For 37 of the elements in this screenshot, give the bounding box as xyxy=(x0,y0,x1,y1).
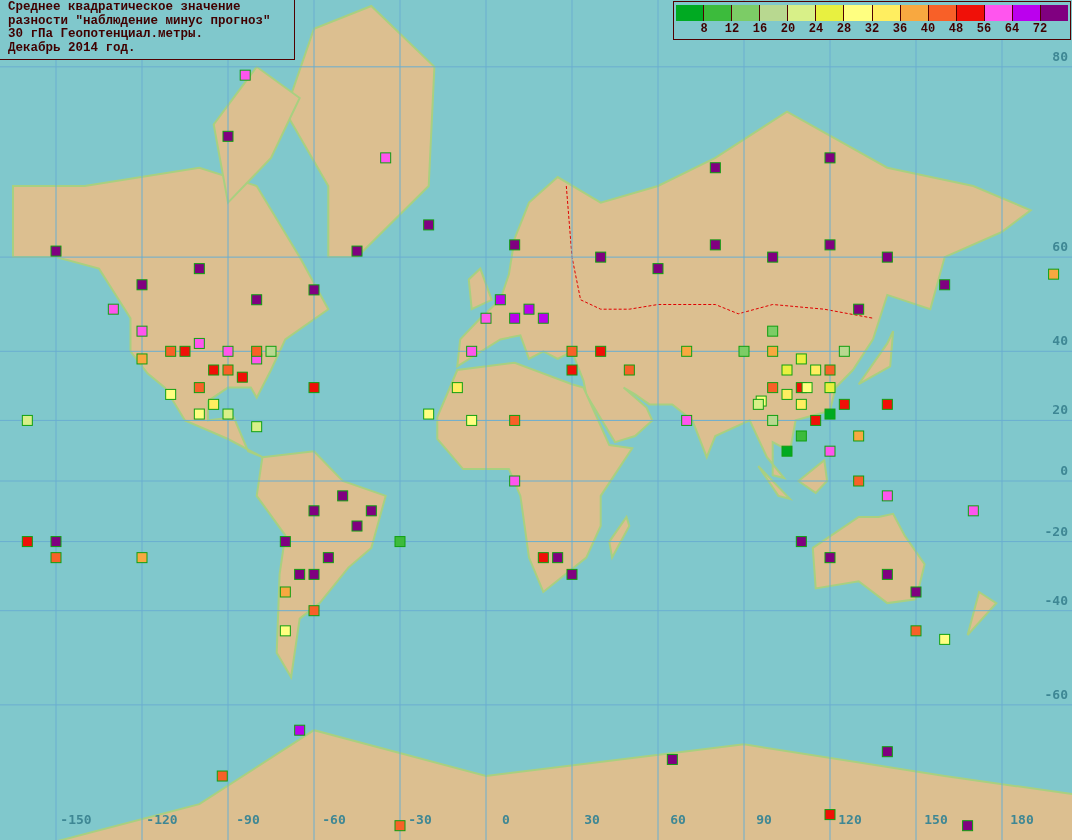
legend-label: 64 xyxy=(1003,21,1021,37)
longitude-label: 30 xyxy=(584,812,600,827)
title-line: Декабрь 2014 год. xyxy=(8,41,137,55)
legend-label: 32 xyxy=(863,21,881,37)
legend-label: 16 xyxy=(751,21,769,37)
legend-label: 40 xyxy=(919,21,937,37)
latitude-label: 20 xyxy=(1052,402,1068,418)
legend-label: 24 xyxy=(807,21,825,37)
longitude-label: 90 xyxy=(756,812,772,827)
longitude-label: -60 xyxy=(322,812,346,827)
latitude-label: 0 xyxy=(1060,463,1068,478)
latitude-label: -20 xyxy=(1044,523,1068,539)
longitude-label: -90 xyxy=(236,812,260,827)
longitude-label: -150 xyxy=(60,812,92,827)
title-line: 30 гПа Геопотенциал.метры. xyxy=(8,28,205,41)
latitude-label: -40 xyxy=(1044,592,1068,608)
longitude-label: 120 xyxy=(838,812,862,827)
longitude-label: -30 xyxy=(408,812,432,827)
latitude-label: -60 xyxy=(1044,686,1068,702)
latitude-label: 40 xyxy=(1052,333,1068,349)
latitude-label: 60 xyxy=(1052,239,1068,255)
longitude-label: 0 xyxy=(502,812,510,827)
longitude-label: 180 xyxy=(1010,812,1034,827)
latitude-label: 80 xyxy=(1052,48,1068,64)
legend-label: 12 xyxy=(723,21,741,37)
title-line: разности "наблюдение минус прогноз" xyxy=(8,14,272,28)
legend-label: 48 xyxy=(947,21,965,37)
legend-label: 56 xyxy=(975,21,993,37)
legend-label: 20 xyxy=(779,21,797,37)
legend-label: 28 xyxy=(835,21,853,37)
legend-label: 72 xyxy=(1031,21,1049,37)
legend-label: 8 xyxy=(699,21,709,37)
longitude-label: -120 xyxy=(146,812,178,827)
title-line: Среднее квадратическое значение xyxy=(8,1,242,14)
longitude-label: 60 xyxy=(670,812,686,827)
longitude-label: 150 xyxy=(924,812,948,827)
legend-label: 36 xyxy=(891,21,909,37)
